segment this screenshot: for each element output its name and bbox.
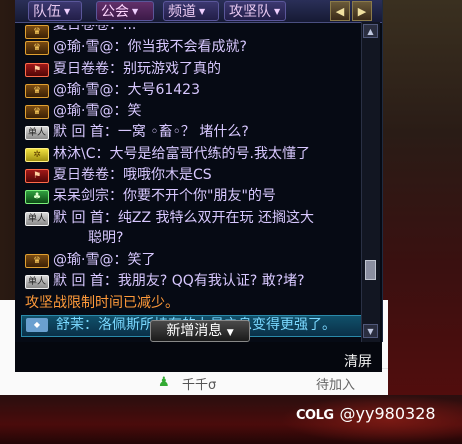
chat-sender-name[interactable]: @瑜·雪@	[53, 103, 113, 119]
crown-rank-badge-icon: ♛	[25, 25, 49, 39]
watermark-handle: @yy980328	[339, 404, 436, 423]
tab-siege[interactable]: 攻坚队 ▼	[224, 1, 286, 21]
chat-separator: ：	[113, 39, 128, 55]
chat-message: @瑜·雪@：笑了	[53, 251, 155, 269]
announcement-sender: 舒茉	[56, 317, 84, 333]
chat-message-text: 你要不开个你"朋友"的号	[123, 188, 276, 204]
chat-separator: ：	[109, 167, 123, 183]
chat-message-text: 纯ZZ 我特么双开在玩 还搁这大	[117, 210, 314, 226]
watermark-logo: COLG	[296, 408, 334, 423]
tab-team-label: 队伍	[33, 4, 61, 20]
red-rank-badge-icon: ⚑	[25, 169, 49, 183]
chat-message-text: 笑	[127, 103, 142, 119]
chat-message-text: 你当我不会看成就?	[127, 39, 247, 55]
chat-message: @瑜·雪@：笑	[53, 102, 141, 120]
tab-scroll-left-button[interactable]: ◀	[330, 1, 350, 21]
game-background-right	[382, 0, 462, 444]
chat-sender-name[interactable]: 夏日卷卷	[53, 167, 109, 183]
chat-separator: ：	[103, 124, 118, 140]
tab-channel-label: 频道	[168, 4, 196, 20]
chat-sender-name[interactable]: @瑜·雪@	[53, 39, 113, 55]
chat-message-text: 哦哦你木是CS	[123, 167, 212, 183]
chat-message-text: 聪明?	[88, 230, 124, 246]
chat-separator: ：	[103, 273, 118, 289]
chat-separator: ：	[103, 210, 118, 226]
chat-sender-name[interactable]: 默 回 首	[53, 273, 104, 289]
crown-rank-badge-icon: ♛	[25, 41, 49, 55]
chat-separator: ：	[109, 188, 123, 204]
crown-rank-badge-icon: ♛	[25, 84, 49, 98]
chat-message: 夏日卷卷：哦哦你木是CS	[53, 166, 212, 184]
chat-separator: ：	[113, 103, 128, 119]
chat-sender-name[interactable]: 默 回 首	[53, 210, 104, 226]
chat-message-text: 大号61423	[127, 82, 200, 98]
chevron-down-icon: ▼	[132, 7, 139, 16]
crown-rank-badge-icon: ♛	[25, 254, 49, 268]
chat-message: 默 回 首：我朋友? QQ有我认证? 敢?堵?	[53, 272, 305, 290]
chat-sender-name[interactable]: 林沐\C	[53, 146, 96, 162]
chat-message-text: 别玩游戏了真的	[123, 61, 221, 77]
new-message-button[interactable]: 新增消息 ▼	[150, 320, 250, 342]
red-rank-badge-icon: ⚑	[25, 63, 49, 77]
chat-message-text: 笑了	[127, 252, 156, 268]
tab-channel[interactable]: 频道 ▼	[163, 1, 219, 21]
gray-rank-badge-icon: 单人	[25, 126, 49, 140]
tab-guild-label: 公会	[101, 4, 129, 20]
chat-message-text: 一窝 ◦畜◦？ 堵什么?	[117, 124, 249, 140]
scroll-down-button[interactable]: ▼	[363, 324, 378, 338]
friend-status: 待加入	[316, 378, 356, 393]
gray-rank-badge-icon: 单人	[25, 275, 49, 289]
announcement-icon: ◆	[26, 318, 48, 332]
tab-guild[interactable]: 公会 ▼	[96, 1, 154, 21]
friend-avatar-icon: ♟	[158, 375, 170, 390]
chat-message: @瑜·雪@：大号61423	[53, 81, 200, 99]
scroll-thumb[interactable]	[365, 260, 376, 280]
chat-message: 夏日卷卷：别玩游戏了真的	[53, 60, 221, 78]
chat-sender-name[interactable]: @瑜·雪@	[53, 82, 113, 98]
gray-rank-badge-icon: 单人	[25, 212, 49, 226]
chevron-down-icon: ▼	[274, 7, 281, 16]
clear-screen-button[interactable]: 清屏	[344, 351, 372, 371]
friend-row[interactable]: ♟ 千千σ 待加入	[150, 372, 388, 394]
tab-team[interactable]: 队伍 ▼	[28, 1, 82, 21]
chat-message: 默 回 首：纯ZZ 我特么双开在玩 还搁这大	[53, 209, 314, 227]
chat-scrollbar[interactable]: ▲ ▼	[361, 22, 380, 342]
chevron-down-icon: ▼	[199, 7, 206, 16]
chat-message: 默 回 首：一窝 ◦畜◦？ 堵什么?	[53, 123, 249, 141]
chat-sender-name[interactable]: 夏日卷卷	[53, 61, 109, 77]
chat-message: 呆呆剑宗：你要不开个你"朋友"的号	[53, 187, 276, 205]
chat-message-text: 大号是给富哥代练的号.我太懂了	[109, 146, 310, 162]
chat-separator: ：	[113, 252, 128, 268]
new-message-label: 新增消息	[166, 323, 223, 339]
chevron-down-icon: ▼	[226, 328, 234, 338]
tab-scroll-right-button[interactable]: ▶	[352, 1, 372, 21]
tab-siege-label: 攻坚队	[229, 4, 271, 20]
watermark: COLG @yy980328	[296, 404, 436, 423]
system-notice: 攻坚战限制时间已减少。	[25, 295, 179, 311]
chat-message: 聪明?	[88, 229, 123, 247]
friend-name: 千千σ	[182, 378, 217, 393]
chat-message: @瑜·雪@：你当我不会看成就?	[53, 38, 247, 56]
chat-sender-name[interactable]: 默 回 首	[53, 124, 104, 140]
chat-footer	[15, 342, 382, 372]
chat-sender-name[interactable]: @瑜·雪@	[53, 252, 113, 268]
yellow-rank-badge-icon: ✲	[25, 148, 49, 162]
chat-separator: ：	[95, 146, 110, 162]
green-rank-badge-icon: ♣	[25, 190, 49, 204]
chat-message: 林沐\C：大号是给富哥代练的号.我太懂了	[53, 145, 310, 163]
chat-message-text: 我朋友? QQ有我认证? 敢?堵?	[117, 273, 305, 289]
scroll-up-button[interactable]: ▲	[363, 24, 378, 38]
chat-sender-name[interactable]: 呆呆剑宗	[53, 188, 109, 204]
crown-rank-badge-icon: ♛	[25, 105, 49, 119]
chevron-down-icon: ▼	[64, 7, 71, 16]
chat-separator: ：	[113, 82, 128, 98]
chat-separator: ：	[109, 61, 123, 77]
